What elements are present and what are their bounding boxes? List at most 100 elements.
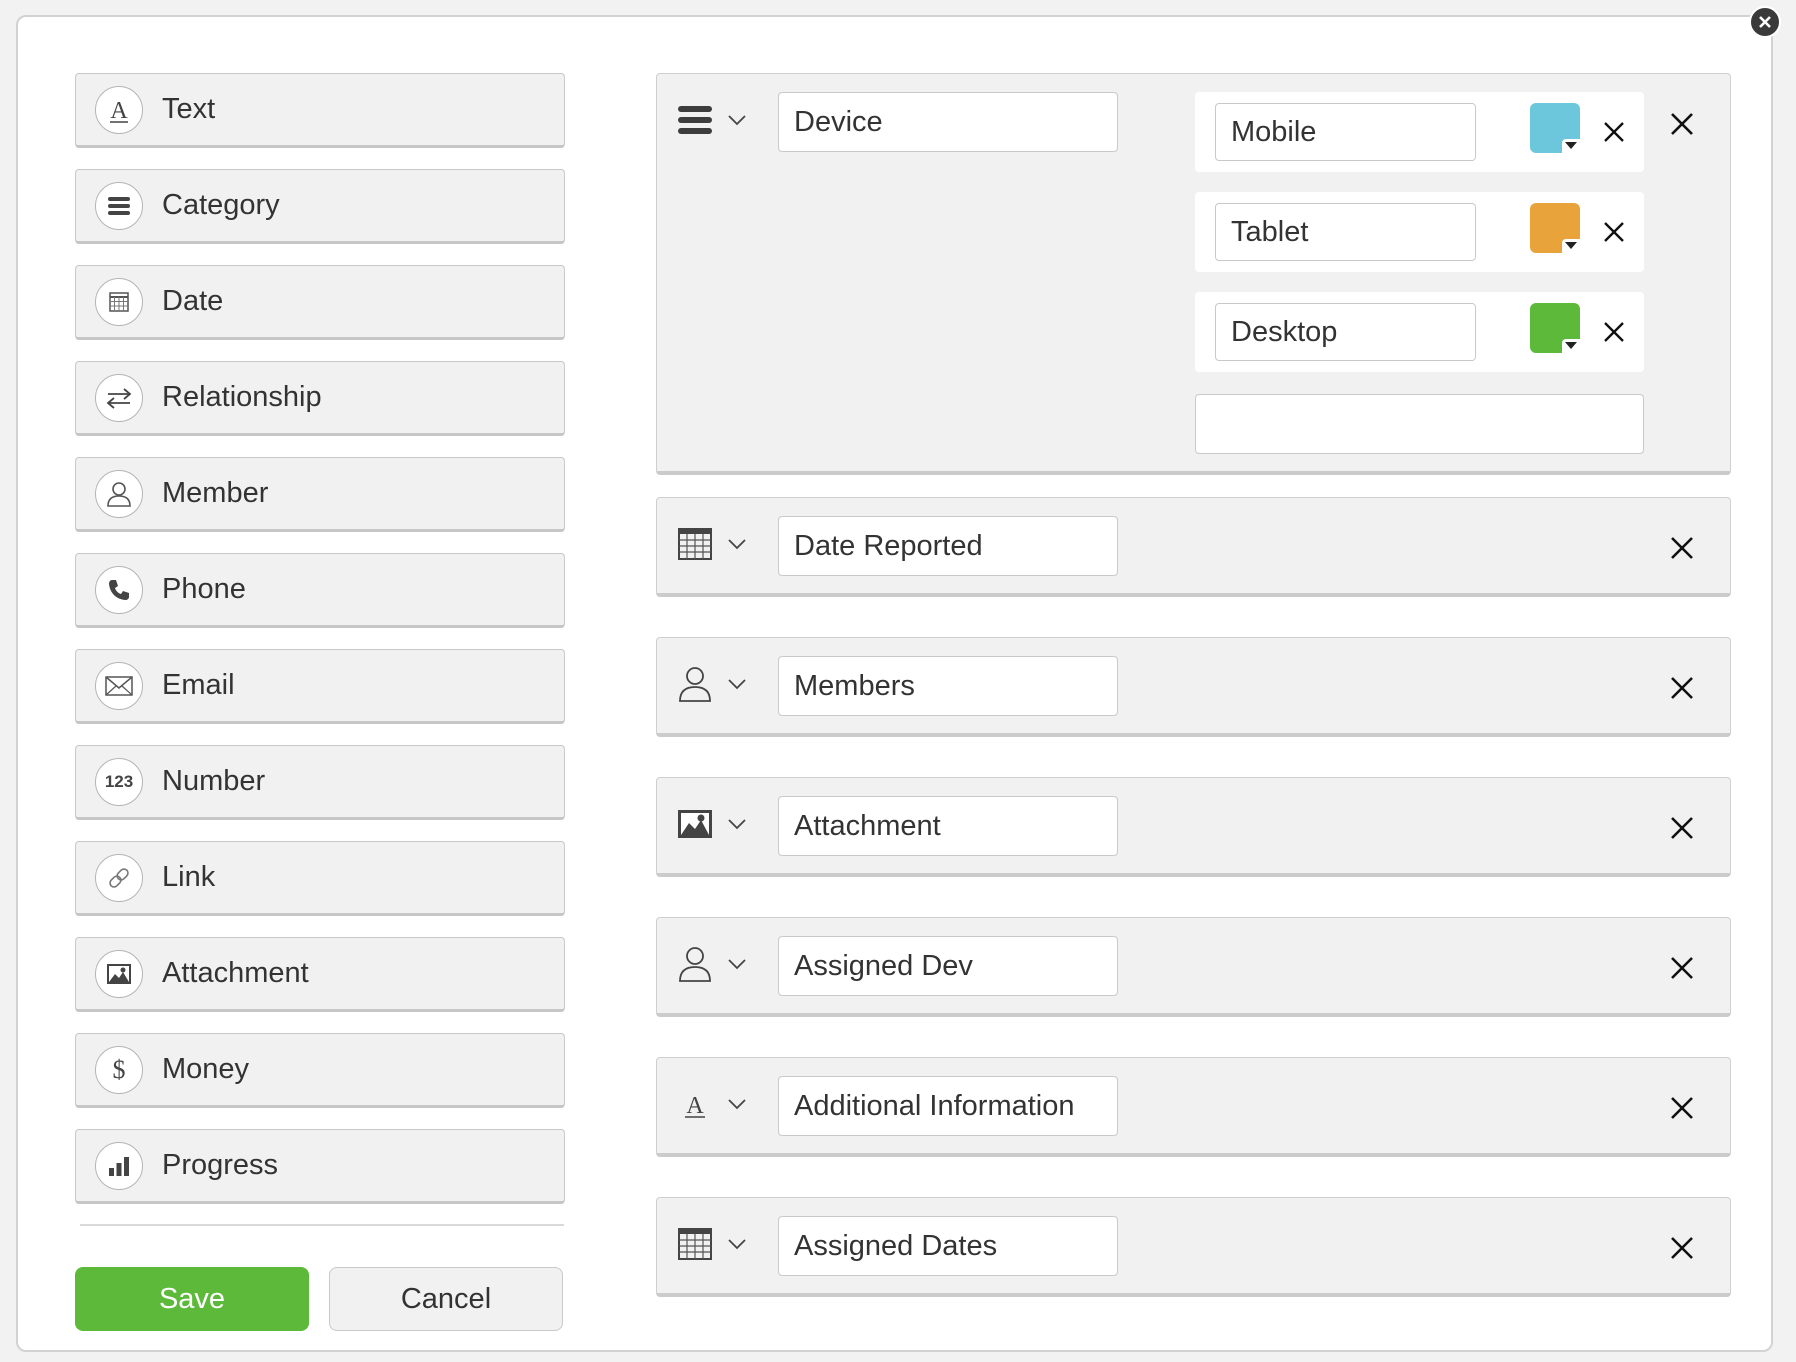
field-type-dropdown[interactable] — [675, 660, 763, 708]
calendar-icon — [95, 277, 143, 326]
field-row-members — [656, 637, 1731, 737]
remove-field-icon[interactable] — [1662, 1088, 1702, 1128]
field-row-assigned-dates — [656, 1197, 1731, 1297]
save-button[interactable]: Save — [75, 1267, 309, 1331]
link-icon — [95, 853, 143, 902]
field-name-input[interactable] — [778, 796, 1118, 856]
option-label-input[interactable] — [1215, 103, 1476, 161]
remove-field-icon[interactable] — [1662, 104, 1702, 144]
progress-bars-icon — [95, 1141, 143, 1190]
close-modal-icon[interactable] — [1749, 6, 1781, 38]
palette-item-text[interactable]: A Text — [75, 73, 565, 148]
category-option — [1195, 92, 1644, 172]
number-glyph: 123 — [104, 771, 134, 791]
field-type-dropdown[interactable] — [675, 940, 763, 988]
field-editor-modal: A Text Category Date Relationship Member… — [16, 15, 1773, 1352]
palette-item-progress[interactable]: Progress — [75, 1129, 565, 1204]
svg-text:A: A — [686, 1093, 704, 1119]
remove-field-icon[interactable] — [1662, 808, 1702, 848]
color-swatch[interactable] — [1530, 203, 1580, 253]
option-label-input[interactable] — [1215, 203, 1476, 261]
palette-item-link[interactable]: Link — [75, 841, 565, 916]
person-icon — [675, 664, 715, 704]
palette-item-email[interactable]: Email — [75, 649, 565, 724]
remove-field-icon[interactable] — [1662, 948, 1702, 988]
palette-item-label: Relationship — [162, 381, 322, 413]
field-name-input[interactable] — [778, 92, 1118, 152]
text-icon: A — [95, 85, 143, 134]
person-icon — [95, 469, 143, 518]
phone-icon — [95, 565, 143, 614]
number-icon: 123 — [95, 757, 143, 806]
palette-item-label: Number — [162, 765, 266, 797]
field-type-dropdown[interactable] — [675, 800, 763, 848]
palette-item-number[interactable]: 123 Number — [75, 745, 565, 820]
palette-item-label: Date — [162, 285, 224, 317]
field-row-attachment — [656, 777, 1731, 877]
new-option-input[interactable] — [1195, 394, 1644, 454]
field-type-palette: A Text Category Date Relationship Member… — [75, 73, 565, 1225]
image-icon — [95, 949, 143, 998]
palette-item-label: Email — [162, 669, 235, 701]
dollar-icon: $ — [95, 1045, 143, 1094]
remove-field-icon[interactable] — [1662, 528, 1702, 568]
chevron-down-icon — [725, 952, 749, 976]
chevron-down-icon — [725, 672, 749, 696]
field-type-dropdown[interactable] — [675, 520, 763, 568]
color-swatch[interactable] — [1530, 103, 1580, 153]
image-icon — [675, 804, 715, 844]
text-icon: A — [675, 1084, 715, 1124]
palette-item-date[interactable]: Date — [75, 265, 565, 340]
field-name-input[interactable] — [778, 516, 1118, 576]
palette-item-phone[interactable]: Phone — [75, 553, 565, 628]
remove-field-icon[interactable] — [1662, 668, 1702, 708]
field-row-assigned-dev — [656, 917, 1731, 1017]
color-swatch[interactable] — [1530, 303, 1580, 353]
chevron-down-icon — [725, 108, 749, 132]
field-type-dropdown[interactable] — [675, 96, 763, 144]
palette-item-relationship[interactable]: Relationship — [75, 361, 565, 436]
remove-option-icon[interactable] — [1596, 214, 1632, 250]
category-option — [1195, 192, 1644, 272]
category-icon — [95, 181, 143, 230]
relationship-icon — [95, 373, 143, 422]
field-name-input[interactable] — [778, 1076, 1118, 1136]
palette-item-label: Text — [162, 93, 216, 125]
remove-option-icon[interactable] — [1596, 314, 1632, 350]
category-option — [1195, 292, 1644, 372]
chevron-down-icon — [725, 532, 749, 556]
palette-item-label: Category — [162, 189, 280, 221]
envelope-icon — [95, 661, 143, 710]
caret-down-icon — [1562, 239, 1580, 253]
palette-item-label: Money — [162, 1053, 250, 1085]
remove-option-icon[interactable] — [1596, 114, 1632, 150]
field-type-dropdown[interactable] — [675, 1220, 763, 1268]
caret-down-icon — [1562, 139, 1580, 153]
palette-item-label: Phone — [162, 573, 246, 605]
chevron-down-icon — [725, 1232, 749, 1256]
field-name-input[interactable] — [778, 656, 1118, 716]
field-row-date-reported — [656, 497, 1731, 597]
field-name-input[interactable] — [778, 1216, 1118, 1276]
palette-item-label: Member — [162, 477, 269, 509]
cancel-button[interactable]: Cancel — [329, 1267, 563, 1331]
palette-item-label: Attachment — [162, 957, 309, 989]
category-icon — [675, 100, 715, 140]
palette-item-category[interactable]: Category — [75, 169, 565, 244]
palette-divider — [80, 1224, 564, 1226]
palette-item-attachment[interactable]: Attachment — [75, 937, 565, 1012]
palette-item-member[interactable]: Member — [75, 457, 565, 532]
calendar-icon — [675, 1224, 715, 1264]
palette-item-money[interactable]: $ Money — [75, 1033, 565, 1108]
field-name-input[interactable] — [778, 936, 1118, 996]
option-label-input[interactable] — [1215, 303, 1476, 361]
remove-field-icon[interactable] — [1662, 1228, 1702, 1268]
caret-down-icon — [1562, 339, 1580, 353]
svg-text:A: A — [110, 98, 128, 124]
field-row-device — [656, 73, 1731, 475]
field-type-dropdown[interactable]: A — [675, 1080, 763, 1128]
field-row-additional-information: A — [656, 1057, 1731, 1157]
palette-item-label: Link — [162, 861, 216, 893]
chevron-down-icon — [725, 1092, 749, 1116]
calendar-icon — [675, 524, 715, 564]
